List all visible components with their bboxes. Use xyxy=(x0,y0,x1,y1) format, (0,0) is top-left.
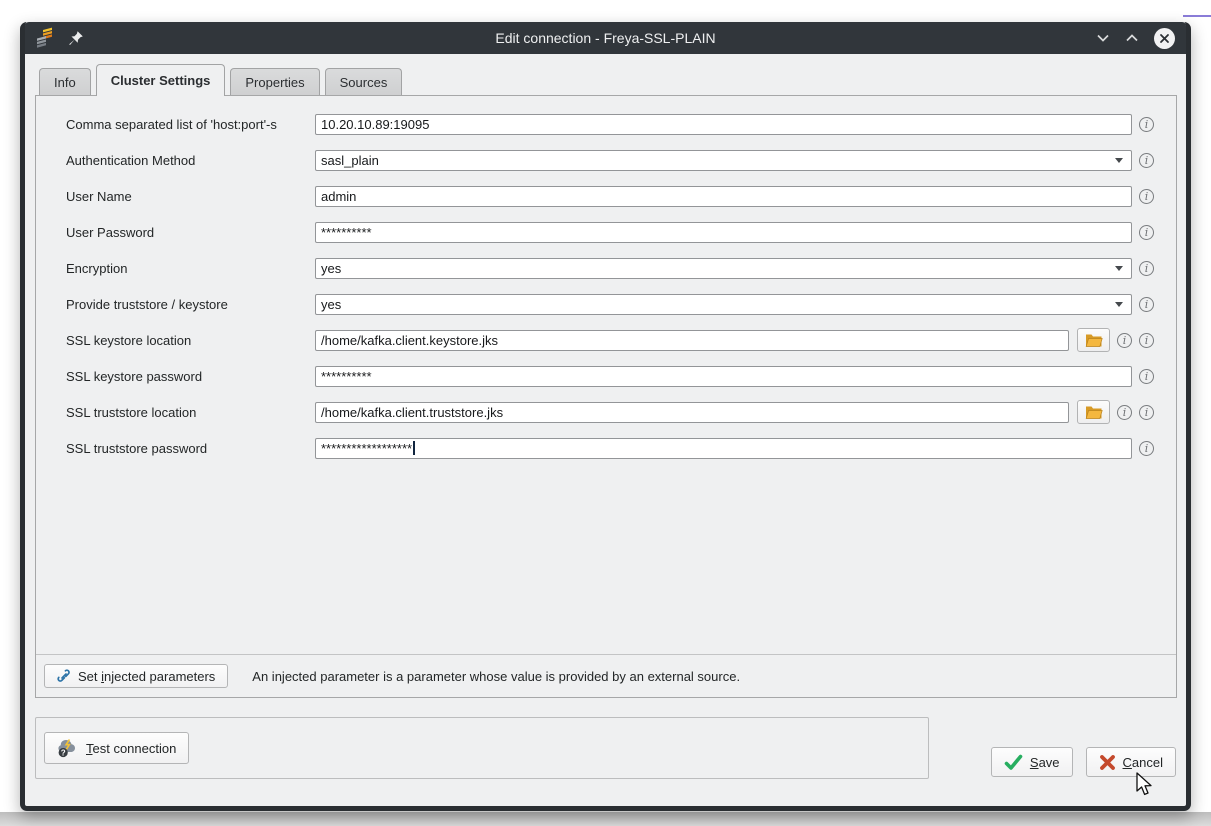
ssl-truststore-location-input[interactable]: /home/kafka.client.truststore.jks xyxy=(315,402,1069,423)
titlebar[interactable]: Edit connection - Freya-SSL-PLAIN xyxy=(25,22,1186,54)
cancel-button[interactable]: Cancel xyxy=(1086,747,1176,777)
field-label: SSL keystore password xyxy=(66,369,315,384)
info-icon[interactable] xyxy=(1139,261,1154,276)
info-icon[interactable] xyxy=(1139,189,1154,204)
test-connection-button[interactable]: ? Test connection xyxy=(44,732,189,764)
injected-parameters-row: Set injected parameters An injected para… xyxy=(36,655,1176,697)
dropdown-arrow-icon xyxy=(1115,158,1123,163)
dropdown-arrow-icon xyxy=(1115,266,1123,271)
form-row-auth-method: Authentication Method sasl_plain xyxy=(36,142,1176,178)
form-row-encryption: Encryption yes xyxy=(36,250,1176,286)
info-icon[interactable] xyxy=(1139,153,1154,168)
tab-sources[interactable]: Sources xyxy=(325,68,403,95)
form-row-user-password: User Password ********** xyxy=(36,214,1176,250)
info-icon[interactable] xyxy=(1139,405,1154,420)
close-icon[interactable] xyxy=(1154,28,1175,49)
field-label: Provide truststore / keystore xyxy=(66,297,315,312)
field-label: User Name xyxy=(66,189,315,204)
ssl-keystore-location-input[interactable]: /home/kafka.client.keystore.jks xyxy=(315,330,1069,351)
info-icon[interactable] xyxy=(1139,369,1154,384)
form-row-provide-truststore: Provide truststore / keystore yes xyxy=(36,286,1176,322)
ssl-truststore-password-input[interactable]: ****************** xyxy=(315,438,1132,459)
checkmark-icon xyxy=(1004,754,1023,771)
provide-truststore-select[interactable]: yes xyxy=(315,294,1132,315)
form-row-username: User Name admin xyxy=(36,178,1176,214)
user-password-input[interactable]: ********** xyxy=(315,222,1132,243)
injected-parameters-description: An injected parameter is a parameter who… xyxy=(252,669,740,684)
encryption-select[interactable]: yes xyxy=(315,258,1132,279)
save-button[interactable]: Save xyxy=(991,747,1073,777)
dropdown-arrow-icon xyxy=(1115,302,1123,307)
field-label: SSL truststore location xyxy=(66,405,315,420)
info-icon[interactable] xyxy=(1117,405,1132,420)
field-label: Comma separated list of 'host:port'-s xyxy=(66,117,315,132)
form-rows: Comma separated list of 'host:port'-s 10… xyxy=(36,96,1176,466)
info-icon[interactable] xyxy=(1139,225,1154,240)
test-connection-groupbox: ? Test connection xyxy=(35,717,929,779)
field-label: SSL truststore password xyxy=(66,441,315,456)
info-icon[interactable] xyxy=(1139,441,1154,456)
form-row-ssl-truststore-location: SSL truststore location /home/kafka.clie… xyxy=(36,394,1176,430)
tab-info[interactable]: Info xyxy=(39,68,91,95)
tab-bar: Info Cluster Settings Properties Sources xyxy=(35,64,1177,95)
maximize-icon[interactable] xyxy=(1125,33,1139,43)
field-label: User Password xyxy=(66,225,315,240)
action-buttons: Save Cancel xyxy=(991,747,1176,777)
tab-properties[interactable]: Properties xyxy=(230,68,319,95)
info-icon[interactable] xyxy=(1139,117,1154,132)
pin-icon[interactable] xyxy=(68,30,84,46)
username-input[interactable]: admin xyxy=(315,186,1132,207)
form-row-ssl-keystore-password: SSL keystore password ********** xyxy=(36,358,1176,394)
form-row-hostport: Comma separated list of 'host:port'-s 10… xyxy=(36,106,1176,142)
info-icon[interactable] xyxy=(1139,333,1154,348)
field-label: SSL keystore location xyxy=(66,333,315,348)
desktop-strip xyxy=(0,812,1211,826)
window-controls xyxy=(1096,28,1175,49)
x-icon xyxy=(1099,754,1116,771)
auth-method-select[interactable]: sasl_plain xyxy=(315,150,1132,171)
browse-folder-button[interactable] xyxy=(1077,328,1110,352)
cluster-settings-panel: Comma separated list of 'host:port'-s 10… xyxy=(35,95,1177,698)
app-icon xyxy=(34,27,56,49)
link-icon xyxy=(57,669,71,683)
dialog-footer: ? Test connection Save xyxy=(35,717,1177,779)
info-icon[interactable] xyxy=(1139,297,1154,312)
minimize-icon[interactable] xyxy=(1096,33,1110,43)
host-port-input[interactable]: 10.20.10.89:19095 xyxy=(315,114,1132,135)
set-injected-parameters-button[interactable]: Set injected parameters xyxy=(44,664,228,688)
text-caret xyxy=(413,441,415,455)
window-title: Edit connection - Freya-SSL-PLAIN xyxy=(25,30,1186,46)
info-icon[interactable] xyxy=(1117,333,1132,348)
form-row-ssl-truststore-password: SSL truststore password ****************… xyxy=(36,430,1176,466)
edit-connection-dialog: Edit connection - Freya-SSL-PLAIN Info C… xyxy=(20,22,1191,811)
artifact-line xyxy=(1183,15,1211,17)
svg-text:?: ? xyxy=(61,748,66,757)
browse-folder-button[interactable] xyxy=(1077,400,1110,424)
ssl-keystore-password-input[interactable]: ********** xyxy=(315,366,1132,387)
connection-test-icon: ? xyxy=(57,738,79,758)
tab-cluster-settings[interactable]: Cluster Settings xyxy=(96,64,226,96)
field-label: Authentication Method xyxy=(66,153,315,168)
field-label: Encryption xyxy=(66,261,315,276)
form-row-ssl-keystore-location: SSL keystore location /home/kafka.client… xyxy=(36,322,1176,358)
